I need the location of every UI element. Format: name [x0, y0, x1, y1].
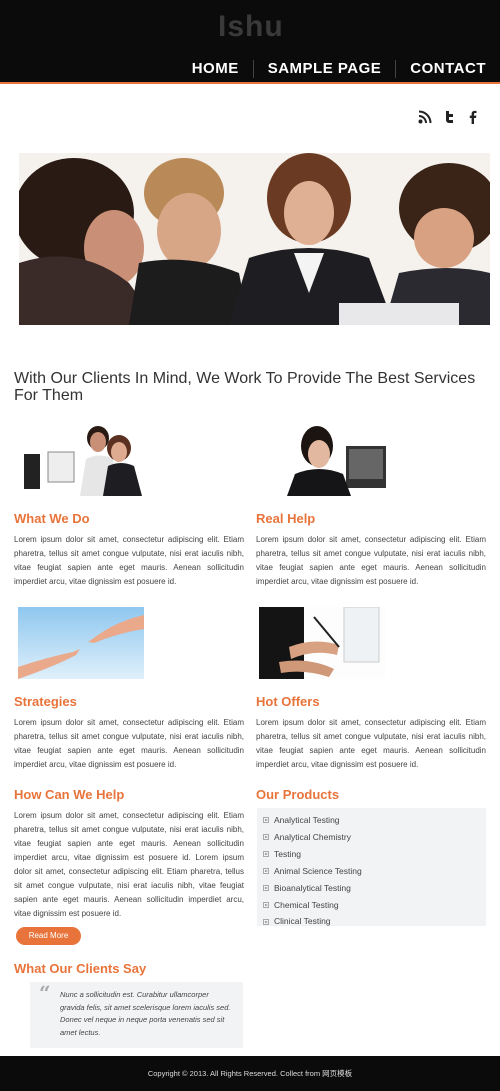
- call-center-team-image: [18, 424, 146, 496]
- clients-say-title: What Our Clients Say: [14, 961, 147, 976]
- product-item[interactable]: Clinical Testing: [263, 913, 480, 930]
- arrow-right-icon: [263, 885, 269, 892]
- nav-home[interactable]: HOME: [178, 58, 253, 80]
- site-logo[interactable]: Ishu: [218, 10, 284, 44]
- twitter-icon[interactable]: [442, 110, 456, 124]
- hands-writing-image: [259, 607, 385, 679]
- nav-contact[interactable]: CONTACT: [396, 58, 486, 80]
- how-can-we-help-text: Lorem ipsum dolor sit amet, consectetur …: [14, 811, 244, 918]
- product-item[interactable]: Analytical Testing: [263, 812, 480, 829]
- arrow-right-icon: [263, 868, 269, 875]
- arrow-right-icon: [263, 918, 269, 925]
- site-footer: Copyright © 2013. All Rights Reserved. C…: [0, 1056, 500, 1091]
- our-products-title: Our Products: [256, 787, 340, 802]
- reaching-hands-image: [18, 607, 144, 679]
- intro-heading: With Our Clients In Mind, We Work To Pro…: [14, 370, 476, 404]
- copyright-text: Copyright © 2013. All Rights Reserved. C…: [147, 1069, 353, 1078]
- headset-operator-image: [259, 424, 387, 496]
- product-item[interactable]: Bioanalytical Testing: [263, 880, 480, 897]
- what-we-do-text: Lorem ipsum dolor sit amet, consectetur …: [14, 535, 244, 586]
- facebook-icon[interactable]: [466, 110, 480, 124]
- hot-offers-title: Hot Offers: [256, 694, 320, 709]
- product-item[interactable]: Analytical Chemistry: [263, 829, 480, 846]
- what-we-do-title: What We Do: [14, 511, 90, 526]
- nav-sample-page[interactable]: SAMPLE PAGE: [254, 58, 396, 80]
- testimonial-box: “ Nunc a sollicitudin est. Curabitur ull…: [30, 982, 243, 1048]
- how-can-we-help-title: How Can We Help: [14, 787, 125, 802]
- product-item[interactable]: Chemical Testing: [263, 897, 480, 914]
- product-item[interactable]: Testing: [263, 846, 480, 863]
- product-item[interactable]: Animal Science Testing: [263, 863, 480, 880]
- arrow-right-icon: [263, 851, 269, 858]
- hero-image: [19, 153, 490, 325]
- testimonial-text: Nunc a sollicitudin est. Curabitur ullam…: [60, 990, 231, 1037]
- hot-offers-text: Lorem ipsum dolor sit amet, consectetur …: [256, 718, 486, 769]
- social-links: [418, 110, 480, 124]
- strategies-text: Lorem ipsum dolor sit amet, consectetur …: [14, 718, 244, 769]
- quote-icon: “: [39, 981, 51, 1005]
- real-help-title: Real Help: [256, 511, 316, 526]
- rss-icon[interactable]: [418, 110, 432, 124]
- strategies-title: Strategies: [14, 694, 77, 709]
- arrow-right-icon: [263, 901, 269, 908]
- arrow-right-icon: [263, 817, 269, 824]
- site-header: Ishu HOME SAMPLE PAGE CONTACT: [0, 0, 500, 84]
- real-help-text: Lorem ipsum dolor sit amet, consectetur …: [256, 535, 486, 586]
- read-more-button[interactable]: Read More: [16, 927, 81, 945]
- arrow-right-icon: [263, 834, 269, 841]
- products-list: Analytical Testing Analytical Chemistry …: [257, 808, 486, 926]
- main-nav: HOME SAMPLE PAGE CONTACT: [178, 58, 486, 80]
